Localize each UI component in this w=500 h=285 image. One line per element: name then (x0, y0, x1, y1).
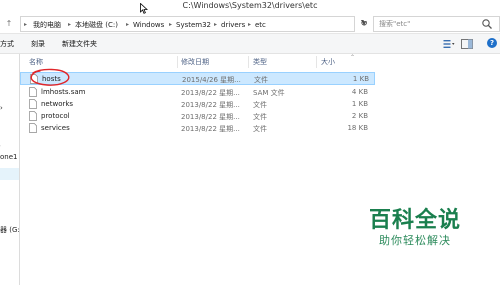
file-size: 18 KB (347, 124, 368, 132)
sort-ascending-icon: ⌃ (350, 54, 356, 61)
file-name: lmhosts.sam (41, 88, 86, 96)
file-type: 文件 (253, 101, 267, 109)
window-title: C:\Windows\System32\drivers\etc (182, 1, 318, 10)
mouse-cursor-icon (140, 3, 149, 14)
breadcrumb-item-computer[interactable]: 我的电脑 (33, 19, 61, 31)
breadcrumb[interactable]: ▸ 我的电脑 ▸ 本地磁盘 (C:) ▸ Windows ▸ System32 … (20, 16, 366, 32)
breadcrumb-item-windows[interactable]: Windows (133, 19, 164, 31)
preview-pane-icon[interactable] (461, 39, 473, 49)
chevron-right-icon[interactable]: ▸ (214, 19, 217, 31)
toolbar-item-new-folder[interactable]: 新建文件夹 (62, 39, 97, 49)
file-date: 2013/8/22 星期... (181, 101, 240, 109)
watermark: 百科全说 助你轻松解决 (360, 208, 470, 248)
column-header: ⌃ 名称 修改日期 类型 大小 (20, 54, 500, 68)
watermark-subtitle: 助你轻松解决 (379, 234, 451, 247)
column-divider[interactable] (248, 56, 249, 68)
file-size: 1 KB (352, 75, 369, 83)
file-date: 2013/8/22 星期... (181, 89, 240, 97)
file-type: SAM 文件 (253, 89, 285, 97)
breadcrumb-item-drivers[interactable]: drivers (221, 19, 245, 31)
file-icon (29, 99, 37, 109)
search-input[interactable]: 搜索"etc" (373, 16, 500, 32)
file-date: 2013/8/22 星期... (181, 113, 240, 121)
search-placeholder: 搜索"etc" (379, 20, 411, 28)
annotation-circle (30, 68, 70, 86)
file-name: networks (41, 100, 74, 108)
chevron-right-icon[interactable]: ▸ (169, 19, 172, 31)
command-bar: 方式 刻录 新建文件夹 ? (0, 34, 500, 54)
nav-chevron-icon[interactable]: › (0, 142, 1, 150)
column-type[interactable]: 类型 (253, 57, 267, 67)
nav-item-drive-g[interactable]: 器 (G: (0, 225, 19, 235)
view-options-icon[interactable] (443, 39, 455, 49)
file-size: 4 KB (351, 88, 368, 96)
file-name: protocol (41, 112, 70, 120)
navigation-pane: › › one1 器 (G: (0, 54, 20, 285)
file-type: 文件 (253, 125, 267, 133)
breadcrumb-item-system32[interactable]: System32 (176, 19, 211, 31)
table-row[interactable]: services 2013/8/22 星期... 文件 18 KB (20, 122, 375, 135)
help-icon[interactable]: ? (487, 38, 497, 48)
address-bar: ↑ ▸ 我的电脑 ▸ 本地磁盘 (C:) ▸ Windows ▸ System3… (0, 14, 500, 34)
file-date: 2013/8/22 星期... (181, 125, 240, 133)
toolbar-item-open-with[interactable]: 方式 (0, 39, 14, 49)
refresh-icon[interactable]: ↻ (357, 17, 371, 31)
nav-item-selected[interactable] (0, 168, 19, 180)
file-type: 文件 (254, 76, 268, 84)
file-icon (29, 87, 37, 97)
file-type: 文件 (253, 113, 267, 121)
table-row[interactable]: hosts 2015/4/26 星期... 文件 1 KB (20, 72, 375, 85)
column-name[interactable]: 名称 (29, 57, 43, 67)
toolbar-item-burn[interactable]: 刻录 (31, 39, 45, 49)
file-name: services (41, 124, 70, 132)
up-arrow-icon[interactable]: ↑ (4, 18, 14, 30)
column-divider[interactable] (177, 56, 178, 68)
breadcrumb-item-etc[interactable]: etc (255, 19, 266, 31)
nav-chevron-icon[interactable]: › (0, 104, 3, 112)
watermark-title: 百科全说 (368, 208, 461, 233)
breadcrumb-item-drive-c[interactable]: 本地磁盘 (C:) (75, 19, 118, 31)
file-size: 1 KB (351, 100, 368, 108)
file-size: 2 KB (351, 112, 368, 120)
nav-item-partial[interactable]: one1 (0, 153, 17, 161)
title-bar: C:\Windows\System32\drivers\etc (0, 0, 500, 14)
column-size[interactable]: 大小 (321, 57, 335, 67)
computer-icon: ▸ (24, 21, 28, 28)
file-date: 2015/4/26 星期... (182, 76, 241, 84)
chevron-right-icon[interactable]: ▸ (126, 19, 129, 31)
chevron-right-icon[interactable]: ▸ (68, 19, 71, 31)
file-icon (29, 123, 37, 133)
column-date[interactable]: 修改日期 (181, 57, 209, 67)
search-icon[interactable] (481, 18, 493, 30)
column-divider[interactable] (316, 56, 317, 68)
chevron-right-icon[interactable]: ▸ (248, 19, 251, 31)
file-icon (29, 111, 37, 121)
